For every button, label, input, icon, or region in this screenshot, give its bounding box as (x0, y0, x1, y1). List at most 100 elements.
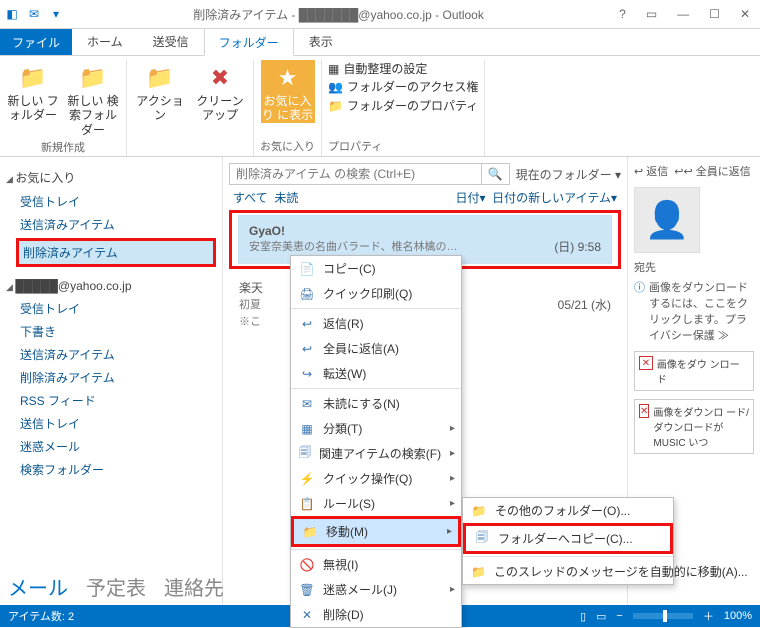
ctx-rules[interactable]: 📋ルール(S) (291, 491, 461, 516)
navigation-bar: メール 予定表 連絡先 (8, 572, 224, 601)
search-input[interactable] (229, 163, 482, 185)
folder-gear-icon: 📁 (144, 62, 176, 94)
reply-all-icon: ↩ (299, 341, 315, 357)
tab-send-receive[interactable]: 送受信 (138, 27, 204, 55)
rules-icon: 📋 (299, 496, 315, 512)
sender-avatar: 👤 (634, 187, 700, 253)
ctx-forward[interactable]: ↪転送(W) (291, 361, 461, 386)
ctx-find-related[interactable]: 🗐関連アイテムの検索(F) (291, 441, 461, 466)
msg-date: 05/21 (水) (558, 296, 611, 313)
properties-icon: 📁 (328, 99, 343, 113)
nav-deleted2[interactable]: 削除済みアイテム (6, 366, 216, 389)
ctx-copy[interactable]: 📄コピー(C) (291, 256, 461, 281)
nav-contacts[interactable]: 連絡先 (164, 572, 224, 601)
reply-all-button[interactable]: ↩↩ 全員に返信 (674, 163, 751, 179)
sub-other-folder[interactable]: 📁その他のフォルダー(O)... (463, 498, 673, 523)
help-icon[interactable]: ? (613, 5, 632, 23)
zoom-out-icon[interactable]: − (616, 610, 622, 622)
nav-sent2[interactable]: 送信済みアイテム (6, 343, 216, 366)
ctx-junk[interactable]: 🗑迷惑メール(J) (291, 577, 461, 602)
search-icon: 🗐 (299, 446, 311, 462)
blocked-image[interactable]: ✕画像をダウンロ ード/ダウンロードが MUSIC いつ (634, 399, 754, 454)
msg-preview: 安室奈美恵の名曲バラード、椎名林檎の… (249, 238, 458, 255)
thread-icon: 📁 (471, 564, 486, 580)
tab-view[interactable]: 表示 (294, 27, 348, 55)
sort-newest[interactable]: 日付の新しいアイテム (492, 191, 611, 205)
zoom-in-icon[interactable]: ＋ (703, 608, 714, 624)
download-images-notice[interactable]: ⓘ 画像をダウンロードするには、ここをクリックします。プライバシー保護 ≫ (634, 279, 754, 343)
folder-properties-button[interactable]: 📁フォルダーのプロパティ (328, 97, 478, 113)
nav-mail[interactable]: メール (8, 572, 68, 601)
ctx-ignore[interactable]: 🚫無視(I) (291, 552, 461, 577)
group-new: 新規作成 (41, 139, 85, 155)
blocked-image-icon: ✕ (639, 356, 653, 370)
folder-permissions-button[interactable]: 👥フォルダーのアクセス権 (328, 78, 478, 94)
ignore-icon: 🚫 (299, 557, 315, 573)
sort-date[interactable]: 日付 (455, 191, 479, 205)
ctx-quick-print[interactable]: 🖨クイック印刷(Q) (291, 281, 461, 306)
sub-always-move[interactable]: 📁このスレッドのメッセージを自動的に移動(A)... (463, 559, 673, 584)
context-menu: 📄コピー(C) 🖨クイック印刷(Q) ↩返信(R) ↩全員に返信(A) ↪転送(… (290, 255, 462, 628)
titlebar: ◧ ✉ ▾ 削除済みアイテム - ███████@yahoo.co.jp - O… (0, 0, 760, 29)
categorize-icon: ▦ (299, 421, 315, 437)
send-receive-icon[interactable]: ✉ (26, 6, 42, 22)
nav-deleted[interactable]: 削除済みアイテム (19, 241, 213, 264)
ctx-categorize[interactable]: ▦分類(T) (291, 416, 461, 441)
tab-file[interactable]: ファイル (0, 29, 72, 55)
close-icon[interactable]: ✕ (734, 5, 756, 23)
nav-rss[interactable]: RSS フィード (6, 389, 216, 412)
status-item-count: アイテム数: 2 (8, 608, 74, 624)
blocked-image[interactable]: ✕画像をダウ ンロード (634, 351, 754, 391)
tab-folder[interactable]: フォルダー (204, 28, 294, 56)
print-icon: 🖨 (299, 286, 315, 302)
show-in-favorites-button[interactable]: ★お気に入り に表示 (261, 60, 315, 123)
nav-inbox2[interactable]: 受信トレイ (6, 297, 216, 320)
zoom-slider[interactable] (633, 613, 693, 619)
group-favorites: お気に入り (260, 138, 315, 154)
view-normal-icon[interactable]: ▯ (580, 610, 586, 623)
nav-calendar[interactable]: 予定表 (86, 572, 146, 601)
ribbon-display-icon[interactable]: ▭ (640, 5, 663, 23)
search-scope[interactable]: 現在のフォルダー ▾ (516, 166, 621, 183)
nav-sent[interactable]: 送信済みアイテム (6, 213, 216, 236)
ribbon-tabs: ファイル ホーム 送受信 フォルダー 表示 (0, 29, 760, 56)
maximize-icon[interactable]: ☐ (703, 5, 726, 23)
favorites-header[interactable]: お気に入り (6, 169, 216, 186)
nav-outbox[interactable]: 送信トレイ (6, 412, 216, 435)
filter-unread[interactable]: 未読 (274, 191, 298, 205)
reply-button[interactable]: ↩ 返信 (634, 163, 668, 179)
nav-junk[interactable]: 迷惑メール (6, 435, 216, 458)
account-header[interactable]: █████@yahoo.co.jp (6, 279, 216, 293)
folder-pane: お気に入り 受信トレイ 送信済みアイテム 削除済みアイテム █████@yaho… (0, 157, 223, 612)
cleanup-button[interactable]: ✖クリーンアップ (193, 60, 247, 123)
copy-icon: 📄 (299, 261, 315, 277)
ctx-delete[interactable]: ✕削除(D) (291, 602, 461, 627)
minimize-icon[interactable]: ― (671, 5, 695, 23)
ctx-reply-all[interactable]: ↩全員に返信(A) (291, 336, 461, 361)
search-icon[interactable]: 🔍 (482, 163, 510, 185)
new-folder-button[interactable]: 📁新しい フォルダー (6, 60, 60, 137)
msg-date: (日) 9:58 (554, 238, 601, 255)
quick-icon: ⚡ (299, 471, 315, 487)
ctx-quick-steps[interactable]: ⚡クイック操作(Q) (291, 466, 461, 491)
settings-icon: ▦ (328, 62, 339, 76)
info-icon: ⓘ (634, 279, 645, 343)
filter-all[interactable]: すべて (233, 191, 268, 205)
msg-from: GyaO! (249, 224, 285, 238)
nav-inbox[interactable]: 受信トレイ (6, 190, 216, 213)
auto-organize-button[interactable]: ▦自動整理の設定 (328, 60, 427, 76)
ctx-mark-unread[interactable]: ✉未読にする(N) (291, 391, 461, 416)
ctx-move[interactable]: 📁移動(M) (294, 519, 458, 544)
sub-copy-to-folder[interactable]: 🗐フォルダーへコピー(C)... (466, 526, 670, 551)
ctx-reply[interactable]: ↩返信(R) (291, 311, 461, 336)
junk-icon: 🗑 (299, 582, 315, 598)
actions-button[interactable]: 📁アクション (133, 60, 187, 123)
to-label: 宛先 (634, 259, 754, 275)
tab-home[interactable]: ホーム (72, 27, 138, 55)
new-search-folder-button[interactable]: 📁新しい 検索フォルダー (66, 60, 120, 137)
star-icon: ★ (272, 62, 304, 94)
qat-dropdown-icon[interactable]: ▾ (48, 6, 64, 22)
nav-search[interactable]: 検索フォルダー (6, 458, 216, 481)
view-reading-icon[interactable]: ▭ (596, 610, 606, 623)
nav-drafts[interactable]: 下書き (6, 320, 216, 343)
